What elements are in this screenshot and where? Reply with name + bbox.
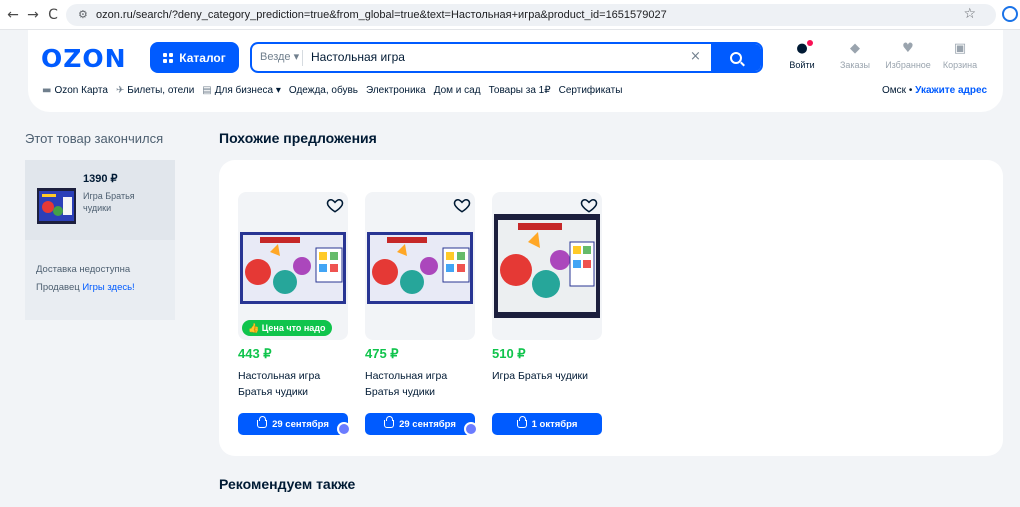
delivery-date-button[interactable]: 1 октября <box>492 413 602 435</box>
subnav-one-ruble[interactable]: Товары за 1₽ <box>489 85 551 99</box>
search-scope-select[interactable]: Везде ▾ <box>260 50 299 63</box>
product-price: 443 ₽ <box>238 346 272 361</box>
catalog-label: Каталог <box>179 50 226 65</box>
cart-button[interactable]: ▣ Корзина <box>935 41 985 71</box>
heart-icon: ♥ <box>902 41 914 56</box>
similar-offers-panel: 👍 Цена что надо 443 ₽ Настольная игра Бр… <box>219 160 1003 456</box>
basket-icon <box>384 416 395 428</box>
board-game-box-art <box>494 214 600 318</box>
search-button[interactable] <box>711 44 761 71</box>
delivery-date-button[interactable]: 29 сентября <box>238 413 348 435</box>
grid-icon <box>163 52 174 63</box>
reload-button[interactable]: C <box>44 6 62 24</box>
subnav-tickets[interactable]: ✈ Билеты, отели <box>116 85 194 99</box>
browser-toolbar: ← → C ⚙ ozon.ru/search/?deny_category_pr… <box>0 0 1020 30</box>
product-card[interactable]: 👍 Цена что надо 443 ₽ Настольная игра Бр… <box>238 192 351 442</box>
plane-icon: ✈ <box>115 85 125 96</box>
product-name[interactable]: Настольная игра Братья чудики <box>238 368 350 400</box>
sub-navigation: ▬ Ozon Карта ✈ Билеты, отели ▤ Для бизнеса … <box>42 85 622 99</box>
address-link[interactable]: Укажите адрес <box>915 85 987 96</box>
login-button[interactable]: ● Войти <box>777 40 827 70</box>
profile-icon[interactable] <box>1002 6 1018 22</box>
back-button[interactable]: ← <box>4 6 22 24</box>
delivery-status: Доставка недоступна <box>36 264 131 275</box>
ozon-logo[interactable]: OZON <box>41 44 127 73</box>
seller-badge-icon <box>464 422 478 436</box>
sold-out-product[interactable]: 1390 ₽ Игра Братья чудики <box>25 160 175 240</box>
forward-button[interactable]: → <box>24 6 42 24</box>
orders-button[interactable]: ◆ Заказы <box>830 41 880 71</box>
address-bar[interactable]: ⚙ ozon.ru/search/?deny_category_predicti… <box>66 4 996 26</box>
search-bar[interactable]: Везде ▾ Настольная игра × <box>250 42 763 73</box>
url-text[interactable]: ozon.ru/search/?deny_category_prediction… <box>96 9 667 21</box>
sold-out-name[interactable]: Игра Братья чудики <box>83 190 163 214</box>
subnav-home-garden[interactable]: Дом и сад <box>434 85 481 99</box>
briefcase-icon: ▤ <box>202 85 212 96</box>
subnav-ozon-card[interactable]: ▬ Ozon Карта <box>42 85 108 99</box>
catalog-button[interactable]: Каталог <box>150 42 239 73</box>
seller-link[interactable]: Игры здесь! <box>82 282 134 293</box>
sold-out-title: Этот товар закончился <box>25 131 164 146</box>
price-badge: 👍 Цена что надо <box>242 320 332 336</box>
favorites-button[interactable]: ♥ Избранное <box>883 41 933 71</box>
city-name: Омск <box>882 85 907 96</box>
search-input[interactable]: Настольная игра <box>311 50 405 64</box>
delivery-date-button[interactable]: 29 сентября <box>365 413 475 435</box>
box-icon: ◆ <box>850 41 860 56</box>
subnav-electronics[interactable]: Электроника <box>366 85 426 99</box>
card-icon: ▬ <box>42 85 52 96</box>
seller-info: Продавец Игры здесь! <box>36 282 135 293</box>
bookmark-star-icon[interactable]: ☆ <box>963 6 976 22</box>
basket-icon <box>257 416 268 428</box>
basket-icon <box>516 416 527 428</box>
product-name[interactable]: Настольная игра Братья чудики <box>365 368 477 400</box>
product-image[interactable] <box>492 192 602 340</box>
sold-out-card: 1390 ₽ Игра Братья чудики Доставка недос… <box>25 160 175 320</box>
similar-offers-title: Похожие предложения <box>219 130 377 146</box>
heart-icon[interactable] <box>580 196 598 214</box>
product-card[interactable]: 510 ₽ Игра Братья чудики 1 октября <box>492 192 604 442</box>
board-game-box-art <box>240 232 346 304</box>
site-settings-icon[interactable]: ⚙ <box>78 8 88 21</box>
subnav-business[interactable]: ▤ Для бизнеса ▾ <box>202 85 281 99</box>
clear-search-icon[interactable]: × <box>690 49 701 64</box>
product-price: 510 ₽ <box>492 346 526 361</box>
search-divider <box>302 50 303 66</box>
location-selector[interactable]: Омск • Укажите адрес <box>882 85 987 96</box>
notification-dot <box>807 40 813 46</box>
product-thumbnail <box>37 188 76 224</box>
board-game-box-art <box>367 232 473 304</box>
seller-badge-icon <box>337 422 351 436</box>
subnav-clothes[interactable]: Одежда, обувь <box>289 85 358 99</box>
product-card[interactable]: 475 ₽ Настольная игра Братья чудики 29 с… <box>365 192 478 442</box>
product-price: 475 ₽ <box>365 346 399 361</box>
heart-icon[interactable] <box>453 196 471 214</box>
subnav-certificates[interactable]: Сертификаты <box>559 85 623 99</box>
search-icon <box>730 51 742 64</box>
product-image[interactable] <box>365 192 475 340</box>
site-header: OZON Каталог Везде ▾ Настольная игра × ●… <box>28 30 1003 112</box>
recommend-title: Рекомендуем также <box>219 476 356 492</box>
product-image[interactable]: 👍 Цена что надо <box>238 192 348 340</box>
product-name[interactable]: Игра Братья чудики <box>492 368 604 384</box>
sold-out-price: 1390 ₽ <box>83 173 118 185</box>
cart-icon: ▣ <box>953 41 967 56</box>
heart-icon[interactable] <box>326 196 344 214</box>
